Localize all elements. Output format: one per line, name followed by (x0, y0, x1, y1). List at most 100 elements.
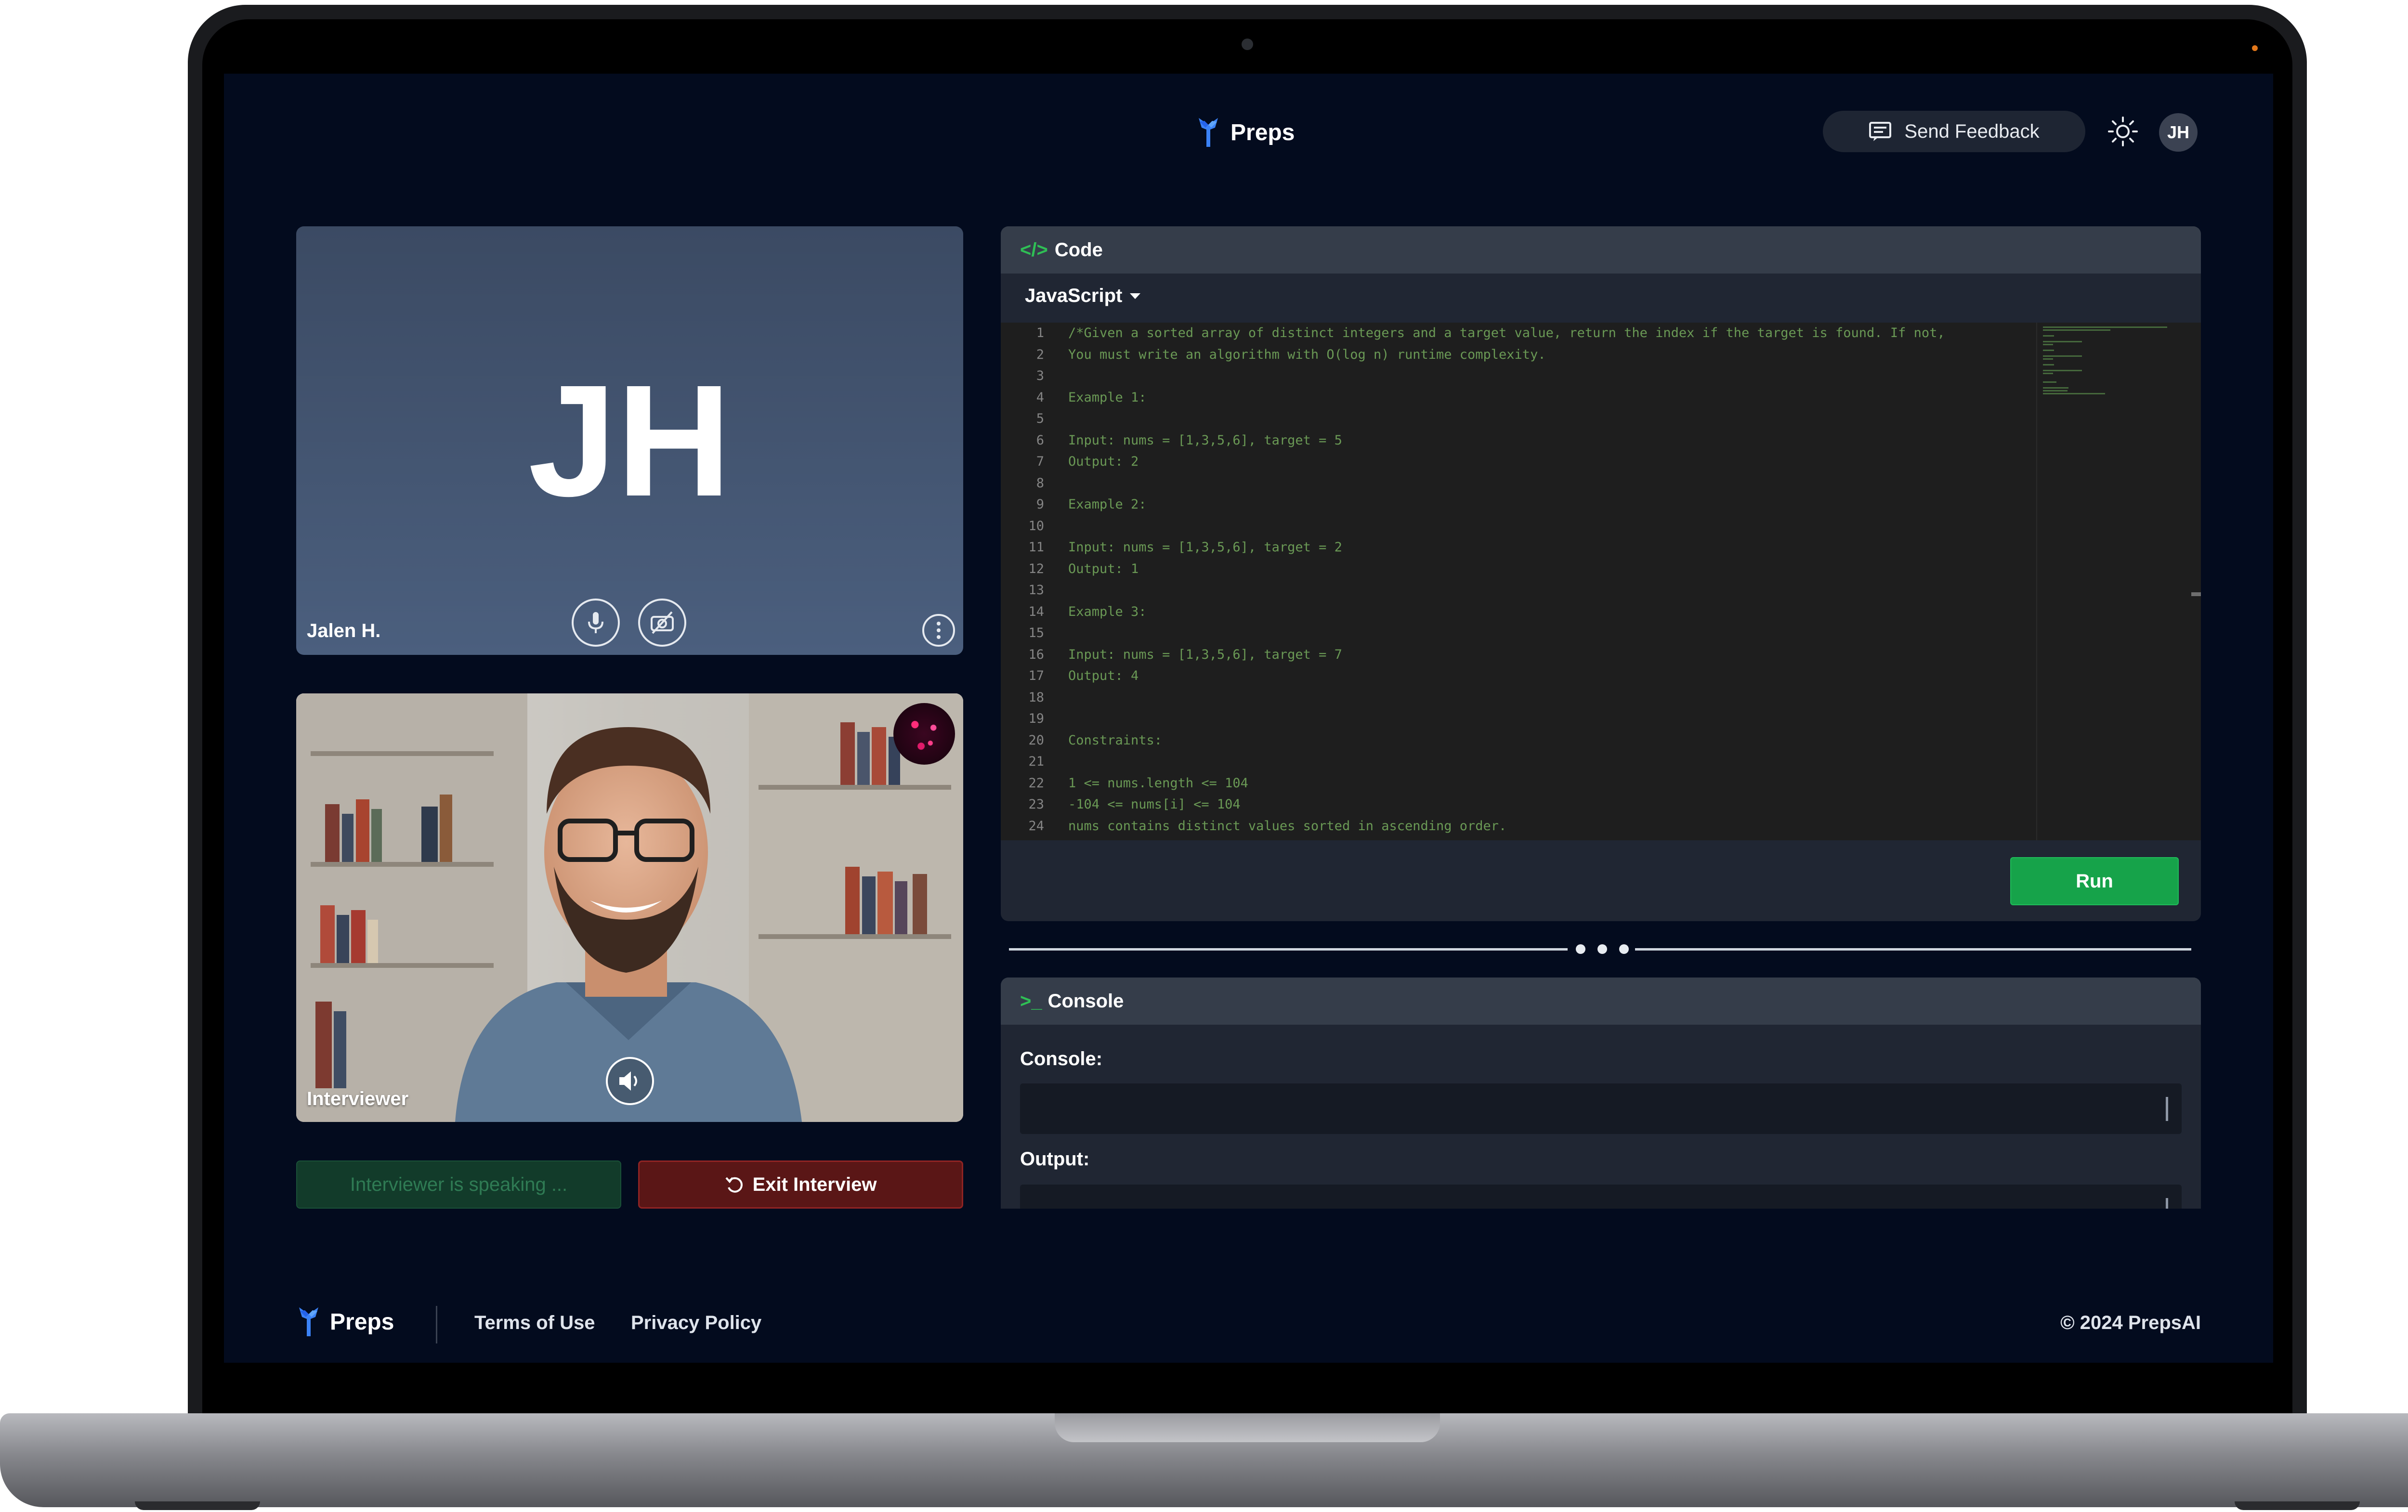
code-line: 9 Example 2: (1001, 494, 2031, 516)
line-number: 8 (1036, 475, 1044, 491)
code-line: 19 (1001, 708, 2031, 730)
header-brand-name: Preps (1230, 119, 1295, 145)
minimap-line (2043, 335, 2054, 337)
line-number: 19 (1028, 711, 1044, 726)
speaker-button[interactable] (606, 1057, 654, 1105)
editor-scrollbar[interactable] (2191, 592, 2201, 596)
minimap-line (2043, 387, 2068, 389)
minimap-line (2043, 393, 2105, 394)
camera-toggle-button[interactable] (638, 599, 686, 647)
line-number: 10 (1028, 518, 1044, 534)
header-logo[interactable]: Preps (1196, 113, 1295, 152)
code-line: 2 You must write an algorithm with O(log … (1001, 344, 2031, 366)
ai-voice-orb (893, 703, 955, 765)
preps-logo-icon (299, 1307, 318, 1336)
line-number: 14 (1028, 604, 1044, 619)
code-line: 3 (1001, 365, 2031, 387)
microphone-button[interactable] (572, 599, 620, 647)
console-input[interactable] (1020, 1083, 2182, 1134)
interviewer-video-tile: Interviewer (296, 693, 963, 1122)
user-avatar[interactable]: JH (2159, 113, 2198, 152)
terms-of-use-link[interactable]: Terms of Use (474, 1312, 595, 1334)
code-panel-header: </> Code (1001, 226, 2201, 274)
line-text: Output: 4 (1068, 668, 1139, 683)
minimap-line (2043, 373, 2053, 374)
line-text: Example 1: (1068, 390, 1147, 405)
code-icon: </> (1020, 239, 1048, 261)
minimap-line (2043, 381, 2056, 383)
run-button[interactable]: Run (2010, 857, 2179, 905)
line-text: Output: 2 (1068, 454, 1139, 469)
code-lines: 1 /*Given a sorted array of distinct inte… (1001, 323, 2031, 837)
resize-handle[interactable] (1576, 942, 1629, 956)
exit-interview-label: Exit Interview (752, 1173, 877, 1195)
minimap-line (2043, 344, 2053, 345)
code-line: 4 Example 1: (1001, 387, 2031, 409)
more-vertical-icon (937, 622, 941, 639)
code-editor[interactable]: 1 /*Given a sorted array of distinct inte… (1001, 323, 2201, 840)
line-text: You must write an algorithm with O(log n… (1068, 347, 1546, 362)
minimap-line (2043, 390, 2068, 391)
caret-down-icon (1130, 293, 1141, 299)
line-number: 18 (1028, 690, 1044, 705)
minimap-line (2043, 326, 2167, 328)
line-number: 1 (1036, 326, 1044, 340)
interviewer-label: Interviewer (307, 1088, 409, 1109)
minimap-line (2043, 350, 2054, 351)
privacy-policy-link[interactable]: Privacy Policy (631, 1312, 761, 1334)
line-text: /*Given a sorted array of distinct integ… (1068, 326, 1945, 340)
line-number: 17 (1028, 668, 1044, 683)
speaker-icon (619, 1071, 637, 1091)
candidate-initials: JH (528, 352, 732, 529)
minimap-line (2043, 370, 2082, 371)
line-text: Output: 1 (1068, 561, 1139, 576)
language-select[interactable]: JavaScript (1025, 285, 1141, 307)
preps-logo-icon (1199, 118, 1218, 147)
exit-interview-button[interactable]: Exit Interview (638, 1160, 963, 1209)
code-line: 23 -104 <= nums[i] <= 104 (1001, 794, 2031, 816)
power-led (2252, 45, 2258, 51)
code-line: 13 (1001, 580, 2031, 601)
line-number: 16 (1028, 647, 1044, 662)
send-feedback-label: Send Feedback (1904, 120, 2040, 142)
terminal-icon: >_ (1020, 990, 1042, 1012)
code-line: 11 Input: nums = [1,3,5,6], target = 2 (1001, 537, 2031, 559)
candidate-video-tile: JH Jalen H. (296, 226, 963, 655)
output-field[interactable] (1020, 1185, 2182, 1209)
more-options-button[interactable] (922, 614, 955, 647)
code-panel: </> Code JavaScript 1 /*Given a sorted ar… (1001, 226, 2201, 921)
code-line: 22 1 <= nums.length <= 104 (1001, 773, 2031, 795)
code-line: 15 (1001, 623, 2031, 644)
panel-divider-right (1635, 948, 2191, 951)
code-line: 12 Output: 1 (1001, 559, 2031, 580)
panel-divider-left (1009, 948, 1568, 951)
code-line: 10 (1001, 516, 2031, 537)
code-line: 7 Output: 2 (1001, 451, 2031, 473)
send-feedback-button[interactable]: Send Feedback (1823, 111, 2085, 152)
code-line: 20 Constraints: (1001, 730, 2031, 752)
minimap-line (2043, 341, 2082, 342)
line-text: Constraints: (1068, 732, 1163, 748)
footer-logo[interactable]: Preps (296, 1303, 394, 1341)
minimap-line (2043, 364, 2054, 365)
editor-minimap[interactable] (2036, 323, 2190, 840)
code-line: 5 (1001, 408, 2031, 430)
line-text: 1 <= nums.length <= 104 (1068, 775, 1248, 791)
microphone-icon (588, 612, 603, 633)
console-panel-title: Console (1047, 990, 1124, 1012)
line-number: 5 (1036, 411, 1044, 426)
interviewer-speaking-status: Interviewer is speaking ... (296, 1160, 621, 1209)
code-line: 18 (1001, 687, 2031, 709)
sun-icon[interactable] (2107, 116, 2139, 147)
minimap-line (2043, 355, 2082, 357)
laptop-notch (1055, 1413, 1440, 1442)
code-line: 8 (1001, 473, 2031, 495)
footer-divider (436, 1306, 437, 1343)
candidate-name: Jalen H. (307, 620, 381, 641)
code-line: 1 /*Given a sorted array of distinct inte… (1001, 323, 2031, 344)
code-panel-title: Code (1054, 239, 1103, 261)
line-text: Input: nums = [1,3,5,6], target = 5 (1068, 432, 1342, 448)
code-line: 16 Input: nums = [1,3,5,6], target = 7 (1001, 644, 2031, 666)
camera-off-icon (651, 611, 674, 634)
line-text: Example 2: (1068, 497, 1147, 512)
